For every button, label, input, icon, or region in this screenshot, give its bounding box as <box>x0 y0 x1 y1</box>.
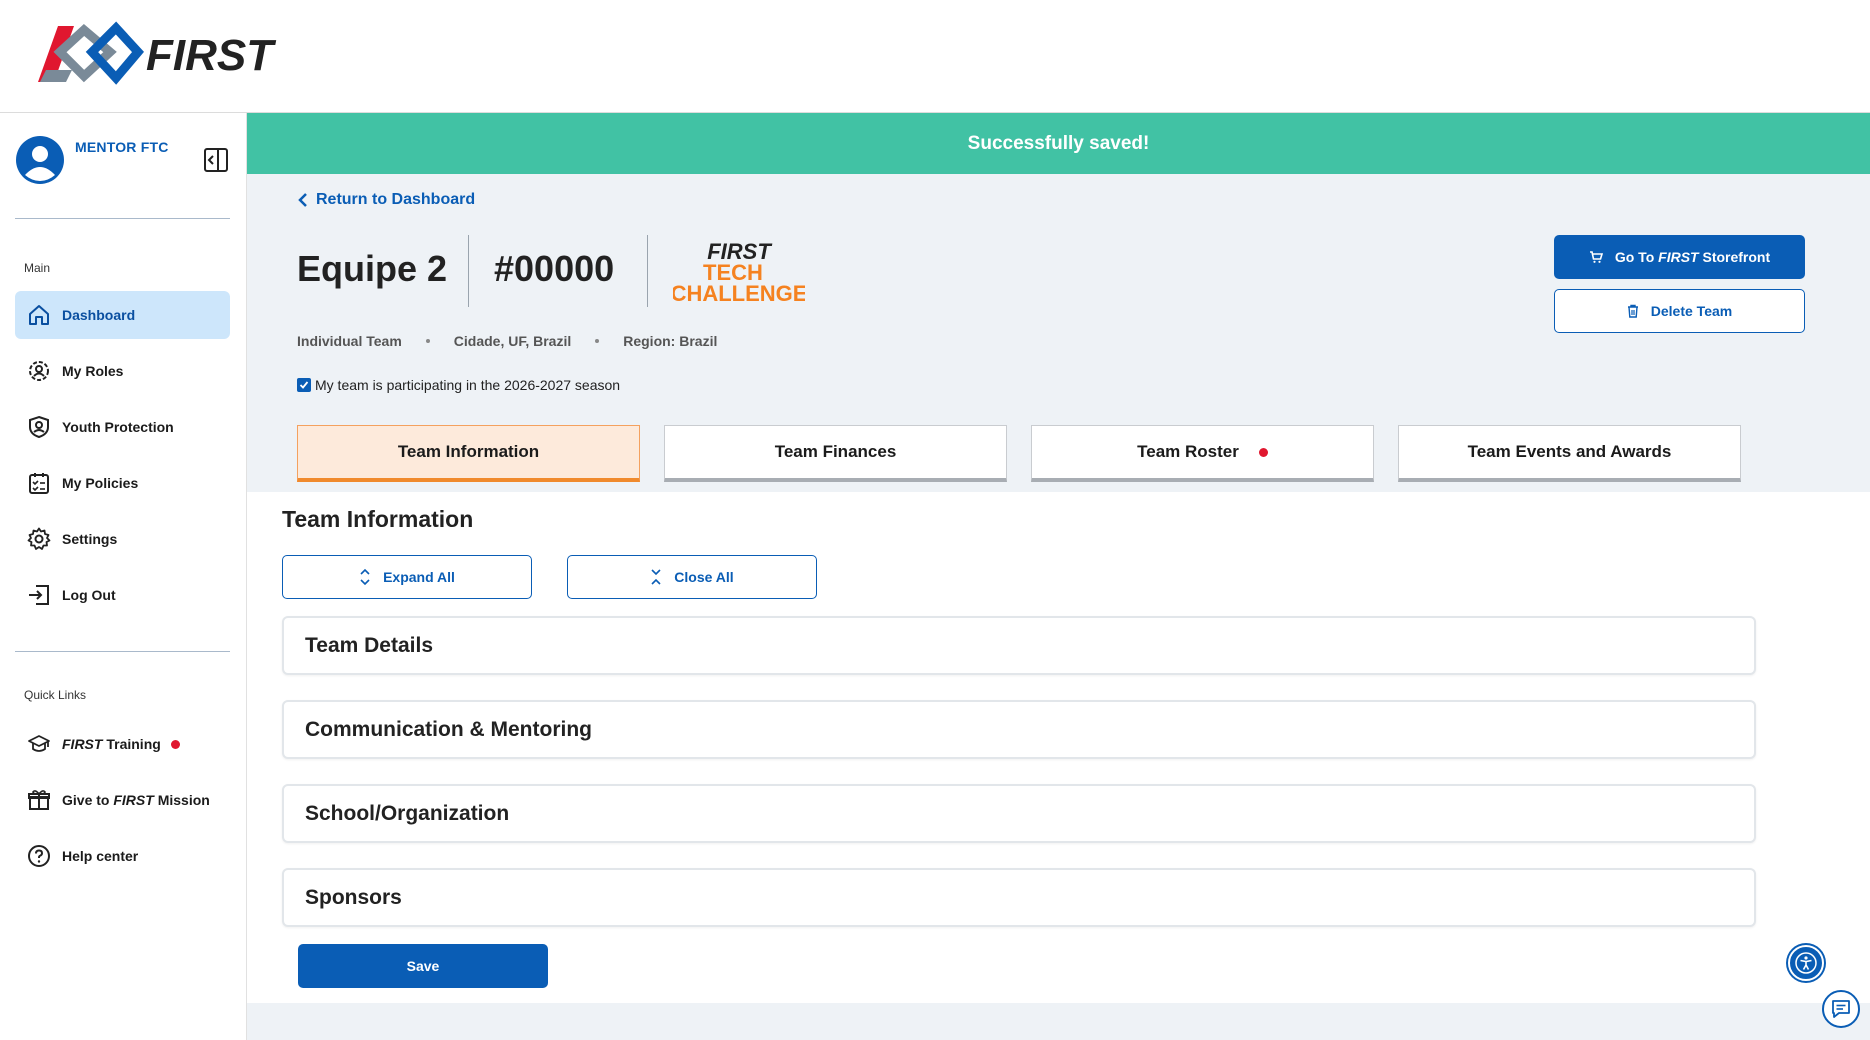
sidebar: MENTOR FTC Main Dashboard My Roles Youth… <box>0 113 247 1040</box>
checkmark-icon <box>299 381 309 389</box>
sidebar-item-dashboard[interactable]: Dashboard <box>15 291 230 339</box>
chat-button[interactable] <box>1822 990 1860 1028</box>
delete-team-label: Delete Team <box>1650 303 1733 319</box>
save-label: Save <box>406 958 440 974</box>
alert-dot <box>1258 447 1268 457</box>
home-icon <box>26 302 52 328</box>
sidebar-divider <box>15 651 230 652</box>
go-to-storefront-button[interactable]: Go To FIRST Storefront <box>1554 235 1805 279</box>
tab-label: Team Finances <box>774 442 897 461</box>
tab-team-finances[interactable]: Team Finances <box>664 425 1007 482</box>
storefront-label: Go To FIRST Storefront <box>1614 249 1771 265</box>
expand-all-button[interactable]: Expand All <box>282 555 532 599</box>
accessibility-icon <box>1795 952 1817 974</box>
main-section-label: Main <box>24 261 51 275</box>
team-information-section: Team Information Expand All Close All Te… <box>247 492 1870 1003</box>
sidebar-item-label: Dashboard <box>62 307 136 323</box>
season-participation: My team is participating in the 2026-202… <box>297 377 620 393</box>
sidebar-item-label: My Roles <box>62 363 124 379</box>
sidebar-item-label: Settings <box>62 531 118 547</box>
tab-label: Team Roster <box>1137 442 1239 461</box>
team-region: Region: Brazil <box>623 333 718 349</box>
return-to-dashboard-link[interactable]: Return to Dashboard <box>298 191 475 209</box>
panel-title: School/Organization <box>305 801 510 825</box>
panel-title: Sponsors <box>305 885 402 909</box>
section-title: Team Information <box>282 506 474 532</box>
season-checkbox[interactable] <box>297 378 311 392</box>
delete-team-button[interactable]: Delete Team <box>1554 289 1805 333</box>
sidebar-item-log-out[interactable]: Log Out <box>15 571 230 619</box>
chat-icon <box>1832 1000 1850 1018</box>
close-all-label: Close All <box>674 569 734 585</box>
user-profile: MENTOR FTC <box>15 135 230 195</box>
panel-title: Team Details <box>305 633 433 657</box>
roles-icon <box>26 358 52 384</box>
accordion-sponsors[interactable]: Sponsors <box>282 868 1756 927</box>
accordion-team-details[interactable]: Team Details <box>282 616 1756 675</box>
expand-all-label: Expand All <box>383 569 455 585</box>
close-all-button[interactable]: Close All <box>567 555 817 599</box>
graduation-cap-icon <box>26 731 52 757</box>
tab-team-events-awards[interactable]: Team Events and Awards <box>1398 425 1741 482</box>
avatar-icon[interactable] <box>15 135 65 185</box>
team-number: #00000 <box>494 248 615 289</box>
meta-separator <box>425 339 430 343</box>
tab-team-information[interactable]: Team Information <box>297 425 640 482</box>
quick-link-help-center[interactable]: Help center <box>15 832 230 880</box>
sidebar-divider <box>15 218 230 219</box>
header-divider <box>647 235 648 307</box>
quick-links-label: Quick Links <box>24 688 87 702</box>
panel-title: Communication & Mentoring <box>305 717 592 741</box>
accordion-communication-mentoring[interactable]: Communication & Mentoring <box>282 700 1756 759</box>
top-bar: FIRST <box>0 0 1870 113</box>
team-type: Individual Team <box>297 333 402 349</box>
svg-text:CHALLENGE: CHALLENGE <box>673 281 805 305</box>
quick-link-label: Help center <box>62 848 139 864</box>
sidebar-item-my-policies[interactable]: My Policies <box>15 459 230 507</box>
season-label: My team is participating in the 2026-202… <box>315 377 621 393</box>
sidebar-item-youth-protection[interactable]: Youth Protection <box>15 403 230 451</box>
collapse-sidebar-icon[interactable] <box>203 147 229 173</box>
tab-label: Team Events and Awards <box>1467 442 1672 461</box>
checklist-icon <box>26 470 52 496</box>
cart-icon <box>1589 251 1603 263</box>
accordion-school-organization[interactable]: School/Organization <box>282 784 1756 843</box>
sidebar-item-label: My Policies <box>62 475 139 491</box>
success-toast: Successfully saved! <box>247 113 1870 174</box>
quick-link-label: FIRST Training <box>62 736 161 752</box>
back-link-label: Return to Dashboard <box>316 191 476 208</box>
chevron-left-icon <box>298 193 307 207</box>
header-divider <box>468 235 469 307</box>
accessibility-button[interactable] <box>1788 945 1824 981</box>
save-button[interactable]: Save <box>298 944 548 988</box>
main-area: Successfully saved! Return to Dashboard … <box>247 113 1870 1040</box>
team-name: Equipe 2 <box>297 248 448 289</box>
first-logo[interactable]: FIRST <box>34 18 294 92</box>
quick-link-give-to-first[interactable]: Give to FIRST Mission <box>15 776 230 824</box>
svg-text:FIRST: FIRST <box>146 31 276 80</box>
sidebar-item-label: Log Out <box>62 587 116 603</box>
sidebar-item-my-roles[interactable]: My Roles <box>15 347 230 395</box>
sidebar-item-settings[interactable]: Settings <box>15 515 230 563</box>
quick-link-label: Give to FIRST Mission <box>62 792 210 808</box>
sidebar-item-label: Youth Protection <box>62 419 174 435</box>
shield-user-icon <box>26 414 52 440</box>
expand-icon <box>360 568 370 586</box>
trash-icon <box>1627 304 1638 318</box>
quick-link-first-training[interactable]: FIRST Training <box>15 720 230 768</box>
logout-icon <box>26 582 52 608</box>
tab-team-roster[interactable]: Team Roster <box>1031 425 1374 482</box>
collapse-icon <box>651 569 661 585</box>
help-icon <box>26 843 52 869</box>
meta-separator <box>595 339 600 343</box>
gear-icon <box>26 526 52 552</box>
alert-dot <box>170 739 180 749</box>
tab-label: Team Information <box>397 442 540 461</box>
team-meta: Individual Team Cidade, UF, Brazil Regio… <box>297 333 717 349</box>
user-name: MENTOR FTC <box>75 139 169 155</box>
gift-icon <box>26 787 52 813</box>
team-location: Cidade, UF, Brazil <box>453 333 572 349</box>
first-tech-challenge-logo: FIRST TECH CHALLENGE <box>673 239 805 305</box>
